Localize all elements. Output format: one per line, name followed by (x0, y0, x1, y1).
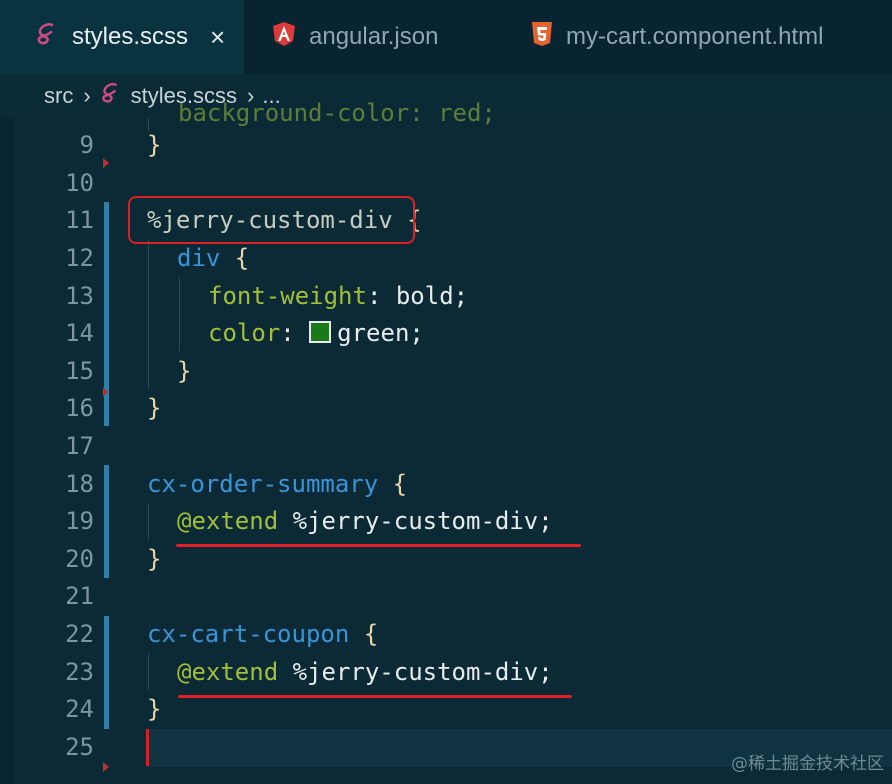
line-number: 17 (65, 432, 94, 460)
line-number: 9 (79, 131, 94, 159)
property-name: font-weight (208, 282, 367, 310)
close-icon[interactable]: × (210, 22, 225, 53)
highlight-underline (176, 544, 581, 547)
angular-icon (271, 21, 297, 54)
tab-label: angular.json (309, 23, 439, 50)
line-number: 25 (65, 733, 94, 761)
code-line: 17 (0, 428, 892, 466)
tab-label: my-cart.component.html (566, 23, 824, 50)
at-rule: @extend (177, 507, 279, 535)
tab-label: styles.scss (72, 23, 189, 50)
line-number: 10 (65, 169, 94, 197)
highlight-box (128, 196, 415, 244)
selector: div (177, 244, 221, 272)
property-value: green; (337, 319, 424, 347)
code-text: @extend %jerry-custom-div; (177, 503, 553, 541)
html5-icon (530, 21, 554, 54)
open-brace: { (378, 470, 408, 498)
code-line: 22 cx-cart-coupon { (0, 616, 892, 654)
code-text: font-weight: bold; (208, 278, 468, 316)
code-line: 9 } (0, 127, 892, 165)
sass-icon (34, 21, 60, 54)
line-number: 14 (65, 319, 94, 347)
at-rule: @extend (177, 658, 279, 686)
tab-angular-json[interactable]: angular.json (245, 0, 507, 74)
tab-bar: styles.scss × angular.json my-cart.compo… (0, 0, 892, 74)
line-number: 24 (65, 695, 94, 723)
watermark: @稀土掘金技术社区 (731, 754, 884, 774)
code-line: 16 } (0, 390, 892, 428)
extend-target: %jerry-custom-div; (278, 507, 553, 535)
highlight-underline (178, 695, 572, 698)
code-editor[interactable]: background-color: red; 9 } 10 11 %jerry-… (0, 99, 892, 784)
line-number: 15 (65, 357, 94, 385)
line-number: 20 (65, 545, 94, 573)
code-text: } (147, 545, 162, 573)
color-swatch[interactable] (309, 321, 332, 343)
code-line: 13 font-weight: bold; (0, 278, 892, 316)
property-name: color (208, 319, 281, 347)
property-value: : bold; (366, 282, 469, 310)
code-text: } (147, 131, 162, 159)
text-cursor (146, 729, 149, 766)
code-text: cx-cart-coupon { (147, 616, 378, 654)
code-text: @extend %jerry-custom-div; (177, 654, 553, 692)
code-text: } (177, 357, 192, 385)
code-text: color: green; (208, 315, 424, 353)
line-number: 13 (65, 282, 94, 310)
code-line: 15 } (0, 353, 892, 391)
selector: cx-order-summary (147, 470, 379, 498)
tab-styles-scss[interactable]: styles.scss × (0, 0, 244, 74)
code-line: 19 @extend %jerry-custom-div; (0, 503, 892, 541)
code-text: } (147, 695, 162, 723)
code-line: 12 div { (0, 240, 892, 278)
code-text: cx-order-summary { (147, 466, 407, 504)
open-brace: { (349, 620, 379, 648)
code-text: div { (177, 240, 249, 278)
open-brace: { (220, 244, 250, 272)
selector: cx-cart-coupon (147, 620, 350, 648)
code-line: 21 (0, 578, 892, 616)
line-number: 22 (65, 620, 94, 648)
tab-my-cart-component-html[interactable]: my-cart.component.html (508, 0, 892, 74)
code-text: } (147, 394, 162, 422)
extend-target: %jerry-custom-div; (278, 658, 553, 686)
code-line: 14 color: green; (0, 315, 892, 353)
line-number: 21 (65, 582, 94, 610)
line-number: 23 (65, 658, 94, 686)
line-number: 18 (65, 470, 94, 498)
line-number: 12 (65, 244, 94, 272)
line-number: 16 (65, 394, 94, 422)
line-number: 11 (65, 206, 94, 234)
line-number: 19 (65, 507, 94, 535)
code-line: 23 @extend %jerry-custom-div; (0, 654, 892, 692)
colon: : (280, 319, 310, 347)
code-line: 18 cx-order-summary { (0, 466, 892, 504)
